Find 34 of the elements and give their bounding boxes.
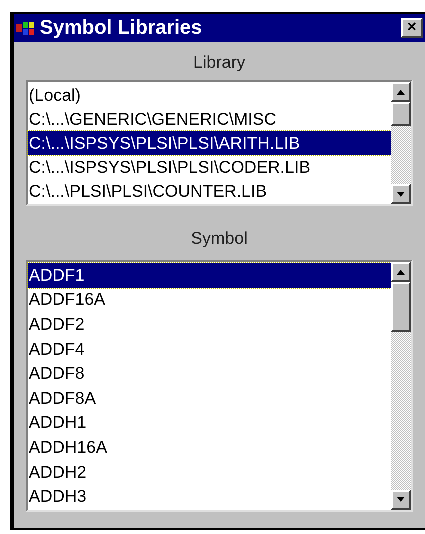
list-item[interactable]: ADDF4 (28, 336, 391, 362)
list-box[interactable]: (Local) C:\...\GENERIC\GENERIC\MISC C:\...\ISPSYS\PLSI\PLSI\ARITH.LIB C:\...\ISPSYS\PLSI\PLSI\CODER.LIB C:\...\PLSI\PLSI\COUNTER.LIB (26, 80, 413, 206)
list-item[interactable]: C:\...\ISPSYS\PLSI\PLSI\CODER.LIB (28, 155, 391, 179)
section-label: Library (192, 54, 246, 71)
list-item[interactable]: ADDF16A (28, 288, 391, 312)
list-item[interactable]: ADDH16A (28, 435, 391, 460)
window-title: Symbol Libraries (40, 18, 204, 38)
list-item[interactable]: ADDF2 (28, 312, 391, 337)
scroll-up-button[interactable] (391, 262, 411, 282)
list-item[interactable]: ADDH3 (28, 484, 391, 509)
list-item[interactable]: (Local) (28, 83, 391, 107)
scrollbar[interactable] (391, 82, 411, 204)
scroll-thumb[interactable] (391, 282, 411, 332)
up-arrow-icon (397, 270, 405, 274)
list-item[interactable]: ADDH1 (28, 410, 391, 436)
list-item[interactable]: C:\...\GENERIC\GENERIC\MISC (28, 107, 391, 131)
down-arrow-icon (397, 192, 405, 196)
list-item[interactable]: C:\...\ISPSYS\PLSI\PLSI\ARITH.LIB (28, 131, 391, 155)
list-item[interactable]: ADDF1 (28, 263, 391, 288)
down-arrow-icon (397, 497, 405, 502)
scroll-down-button[interactable] (391, 184, 411, 204)
list-item[interactable]: ADDF8A (28, 386, 391, 411)
section-label: Symbol (190, 230, 249, 247)
up-arrow-icon (397, 90, 405, 94)
list-item[interactable]: ADDF8 (28, 361, 391, 386)
list-item[interactable]: C:\...\PLSI\PLSI\COUNTER.LIB (28, 179, 391, 203)
scroll-up-button[interactable] (391, 82, 411, 102)
list-item[interactable]: ADDH2 (28, 460, 391, 484)
scroll-down-button[interactable] (391, 490, 411, 510)
list-box[interactable]: ADDF1 ADDF16A ADDF2 ADDF4 ADDF8 ADDF8A ADDH1 ADDH16A ADDH2 ADDH3 (26, 260, 413, 512)
scrollbar[interactable] (391, 262, 411, 510)
app-icon (16, 20, 36, 36)
scroll-thumb[interactable] (391, 102, 411, 126)
close-button[interactable]: × (401, 18, 423, 38)
